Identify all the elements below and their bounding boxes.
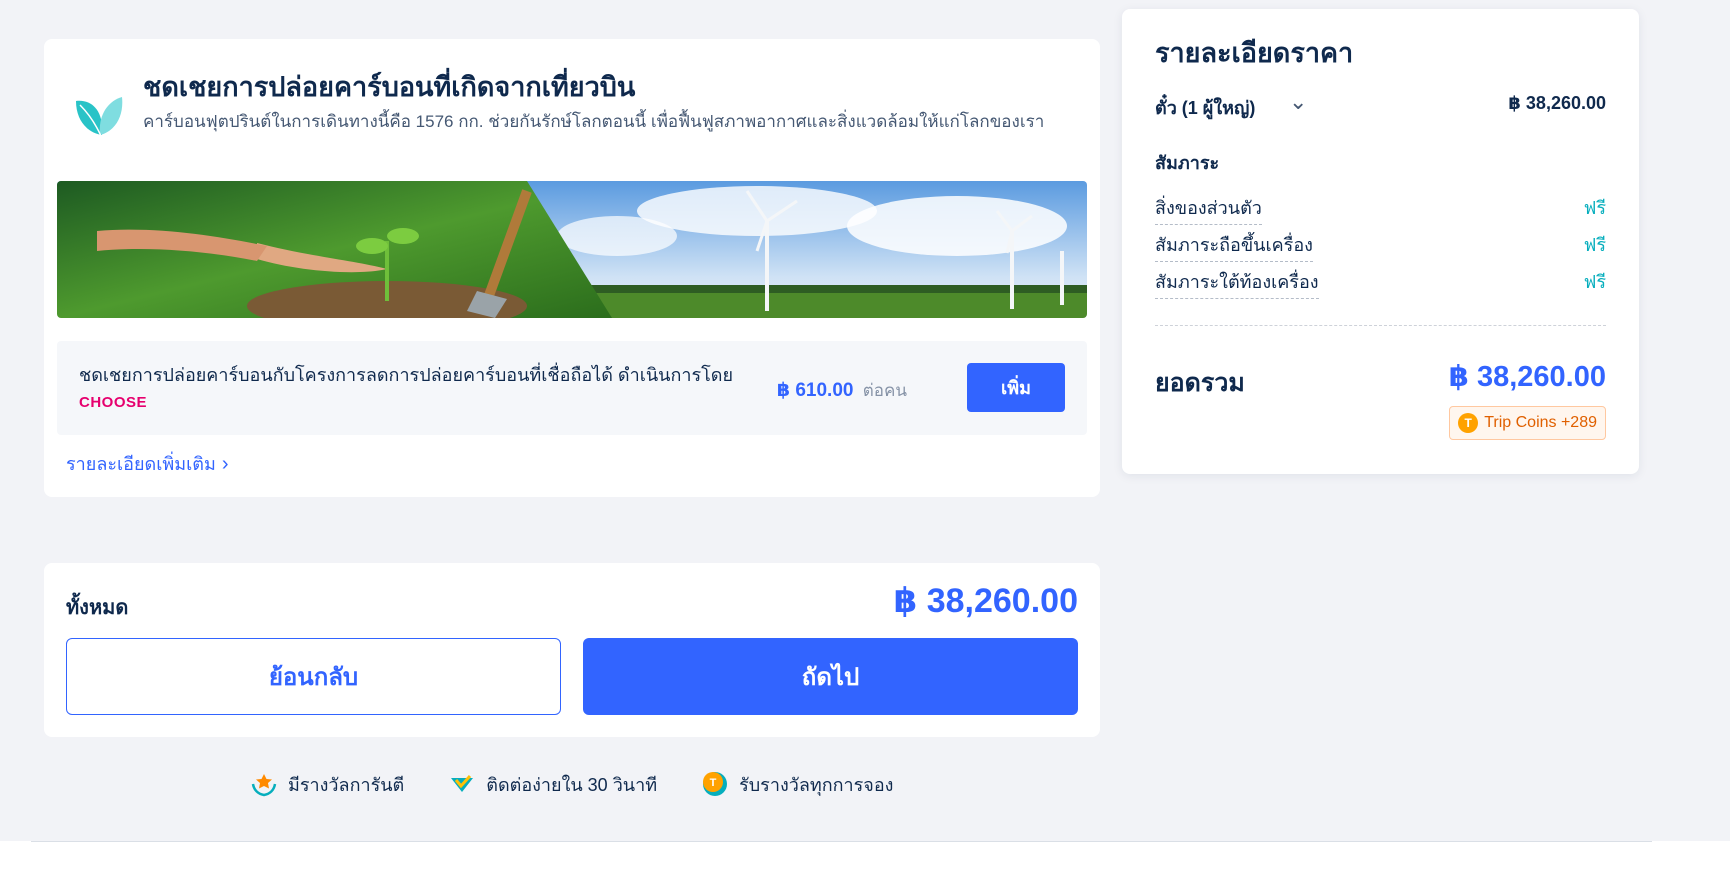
price-divider: [1155, 325, 1606, 326]
baggage-heading: สัมภาระ: [1155, 153, 1220, 173]
offset-price: ฿ 610.00: [776, 380, 854, 401]
price-details-title: รายละเอียดราคา: [1155, 38, 1354, 68]
baggage-label[interactable]: สัมภาระถือขึ้นเครื่อง: [1155, 230, 1313, 262]
ticket-price: ฿ 38,260.00: [1508, 93, 1606, 113]
total-amount: ฿ 38,260.00: [893, 582, 1078, 620]
heart-check-icon: [451, 774, 474, 792]
footer-divider: [31, 841, 1652, 842]
grand-total-amount: ฿ 38,260.00: [1448, 361, 1606, 393]
add-carbon-offset-button[interactable]: เพิ่ม: [967, 363, 1065, 412]
benefit-award-label: มีรางวัลการันตี: [288, 774, 405, 795]
chevron-down-icon: ⌄: [1289, 89, 1308, 114]
carbon-description: คาร์บอนฟุตปรินต์ในการเดินทางนี้คือ 1576 …: [143, 112, 1045, 131]
benefit-contact: ติดต่อง่ายใน 30 วินาที: [448, 770, 657, 799]
baggage-label[interactable]: สัมภาระใต้ท้องเครื่อง: [1155, 267, 1319, 299]
grand-total-label: ยอดรวม: [1155, 369, 1245, 397]
carbon-offset-card: ชดเชยการปล่อยคาร์บอนที่เกิดจากเที่ยวบิน …: [44, 39, 1100, 497]
offset-text: ชดเชยการปล่อยคาร์บอนกับโครงการลดการปล่อย…: [79, 365, 734, 385]
ticket-label: ตั๋ว (1 ผู้ใหญ่): [1155, 98, 1256, 118]
baggage-row-checked: สัมภาระใต้ท้องเครื่อง ฟรี: [1155, 267, 1606, 299]
svg-text:T: T: [710, 777, 717, 789]
baggage-row-personal: สิ่งของส่วนตัว ฟรี: [1155, 193, 1606, 225]
benefit-rewards: T รับรางวัลทุกการจอง: [701, 770, 893, 799]
choose-logo: CHOOSE: [79, 394, 148, 411]
trip-coins-badge: T Trip Coins +289: [1449, 406, 1606, 440]
award-icon: [251, 774, 277, 797]
per-person-label: ต่อคน: [862, 381, 907, 400]
chevron-right-icon: ›: [221, 453, 229, 475]
next-button[interactable]: ถัดไป: [583, 638, 1078, 715]
benefits-bar: มีรางวัลการันตี ติดต่อง่ายใน 30 วินาที T…: [250, 769, 937, 799]
carbon-banner-image: [57, 181, 1087, 318]
benefit-award: มีรางวัลการันตี: [250, 770, 404, 799]
baggage-label[interactable]: สิ่งของส่วนตัว: [1155, 193, 1262, 225]
price-details-card: รายละเอียดราคา ตั๋ว (1 ผู้ใหญ่) ⌄ ฿ 38,2…: [1122, 9, 1639, 474]
trip-coin-icon: T: [1458, 413, 1479, 433]
ticket-row[interactable]: ตั๋ว (1 ผู้ใหญ่) ⌄ ฿ 38,260.00: [1155, 89, 1606, 119]
total-card: ทั้งหมด ฿ 38,260.00 ย้อนกลับ ถัดไป: [44, 563, 1100, 737]
baggage-value: ฟรี: [1583, 235, 1606, 255]
total-label: ทั้งหมด: [66, 597, 129, 619]
leaf-icon: [76, 97, 123, 137]
baggage-value: ฟรี: [1583, 198, 1606, 218]
carbon-title: ชดเชยการปล่อยคาร์บอนที่เกิดจากเที่ยวบิน: [143, 72, 636, 102]
more-details-label: รายละเอียดเพิ่มเติม: [66, 454, 216, 474]
offset-price-group: ฿ 610.00 ต่อคน: [777, 377, 907, 404]
benefit-contact-label: ติดต่อง่ายใน 30 วินาที: [486, 774, 658, 795]
benefit-rewards-label: รับรางวัลทุกการจอง: [739, 774, 894, 795]
more-details-link[interactable]: รายละเอียดเพิ่มเติม ›: [66, 449, 228, 478]
footer-band: [0, 841, 1730, 878]
carbon-offset-option: ชดเชยการปล่อยคาร์บอนกับโครงการลดการปล่อย…: [57, 341, 1087, 435]
trip-coin-icon: T: [703, 772, 728, 796]
trip-coins-text: Trip Coins +289: [1484, 414, 1597, 431]
baggage-row-carry-on: สัมภาระถือขึ้นเครื่อง ฟรี: [1155, 230, 1606, 262]
back-button[interactable]: ย้อนกลับ: [66, 638, 561, 715]
baggage-value: ฟรี: [1583, 272, 1606, 292]
offset-description: ชดเชยการปล่อยคาร์บอนกับโครงการลดการปล่อย…: [79, 363, 779, 415]
